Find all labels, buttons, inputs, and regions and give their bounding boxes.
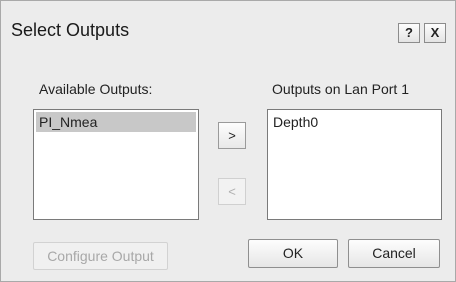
port-outputs-label: Outputs on Lan Port 1 bbox=[272, 81, 409, 97]
ok-button[interactable]: OK bbox=[248, 239, 338, 268]
cancel-button[interactable]: Cancel bbox=[348, 239, 440, 268]
move-right-button[interactable]: > bbox=[218, 122, 246, 149]
select-outputs-dialog: Select Outputs ? X Available Outputs: Ou… bbox=[0, 0, 456, 282]
close-button[interactable]: X bbox=[424, 23, 446, 43]
move-left-button[interactable]: < bbox=[218, 178, 246, 205]
help-button[interactable]: ? bbox=[398, 23, 420, 43]
configure-output-button[interactable]: Configure Output bbox=[33, 242, 168, 270]
available-outputs-list[interactable]: PI_Nmea bbox=[33, 109, 199, 220]
list-item[interactable]: Depth0 bbox=[270, 112, 439, 132]
dialog-title: Select Outputs bbox=[11, 20, 130, 40]
port-outputs-list[interactable]: Depth0 bbox=[267, 109, 442, 220]
title-bar: Select Outputs ? X bbox=[1, 1, 455, 51]
available-outputs-label: Available Outputs: bbox=[39, 81, 153, 97]
list-item[interactable]: PI_Nmea bbox=[36, 112, 196, 132]
